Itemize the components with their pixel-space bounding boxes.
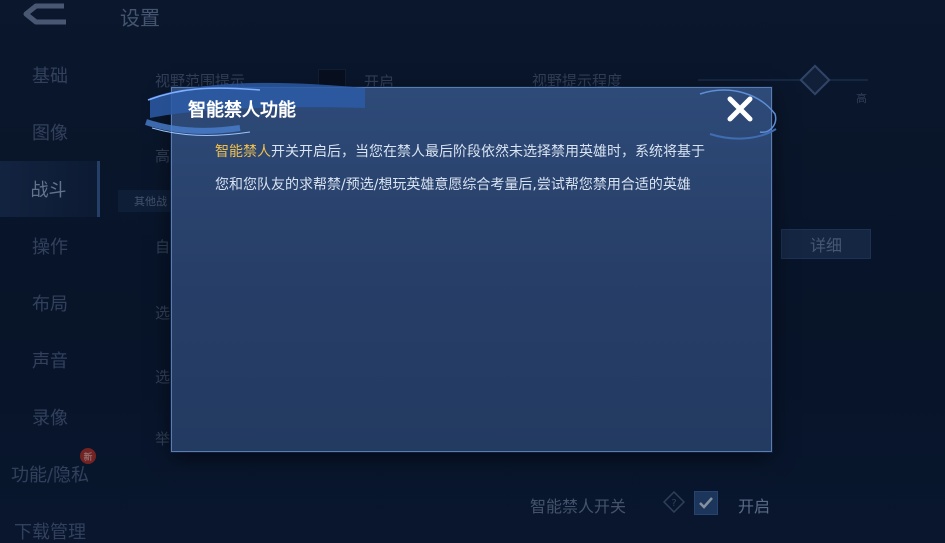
dialog-body: 智能禁人开关开启后，当您在禁人最后阶段依然未选择禁用英雄时，系统将基于 您和您队… — [215, 136, 745, 202]
feature-name-highlight: 智能禁人 — [215, 144, 271, 160]
close-icon — [727, 96, 753, 122]
dialog-body-line: 您和您队友的求帮禁/预选/想玩英雄意愿综合考量后,尝试帮您禁用合适的英雄 — [215, 177, 691, 193]
dialog-body-line: 智能禁人开关开启后，当您在禁人最后阶段依然未选择禁用英雄时，系统将基于 — [215, 136, 745, 169]
close-button[interactable] — [724, 93, 756, 125]
dialog-title: 智能禁人功能 — [188, 100, 296, 121]
dialog-body-text: 开关开启后，当您在禁人最后阶段依然未选择禁用英雄时，系统将基于 — [271, 144, 705, 160]
